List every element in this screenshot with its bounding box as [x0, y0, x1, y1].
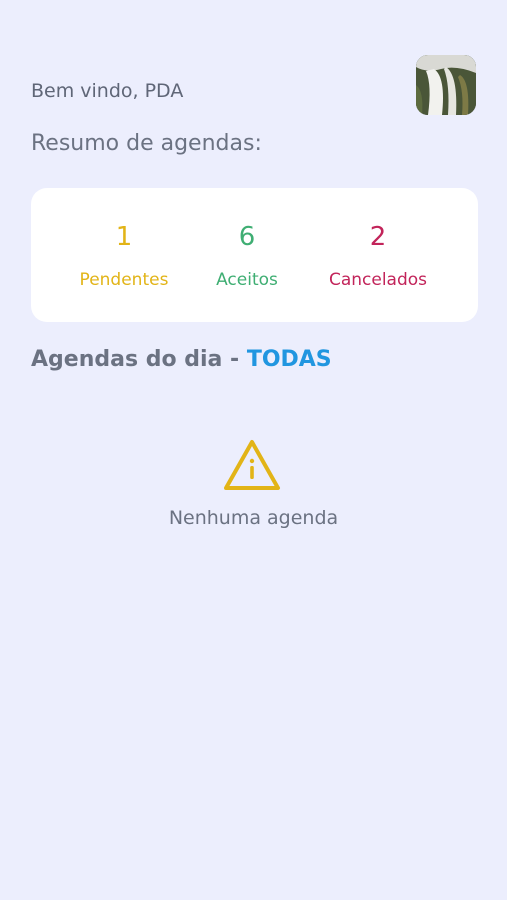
user-avatar[interactable]	[416, 55, 476, 115]
warning-triangle-icon	[222, 438, 282, 498]
agenda-day-title: Agendas do dia - TODAS	[31, 347, 332, 372]
home-screen: Bem vindo, PDA Resumo de agendas: 1 Pend…	[0, 0, 507, 900]
canceled-count: 2	[369, 222, 387, 252]
empty-agenda-message: Nenhuma agenda	[168, 507, 339, 529]
pending-count: 1	[115, 222, 133, 252]
canceled-label: Cancelados	[328, 270, 428, 290]
accepted-label: Aceitos	[216, 270, 278, 290]
accepted-count: 6	[238, 222, 256, 252]
pending-label: Pendentes	[79, 270, 169, 290]
summary-card: 1 Pendentes 6 Aceitos 2 Cancelados	[31, 188, 478, 322]
avatar-photo-icon	[416, 55, 476, 115]
summary-title: Resumo de agendas:	[31, 131, 262, 156]
agenda-title-prefix: Agendas do dia -	[31, 347, 247, 372]
agenda-filter[interactable]: TODAS	[247, 347, 332, 372]
greeting-text: Bem vindo, PDA	[31, 80, 184, 102]
